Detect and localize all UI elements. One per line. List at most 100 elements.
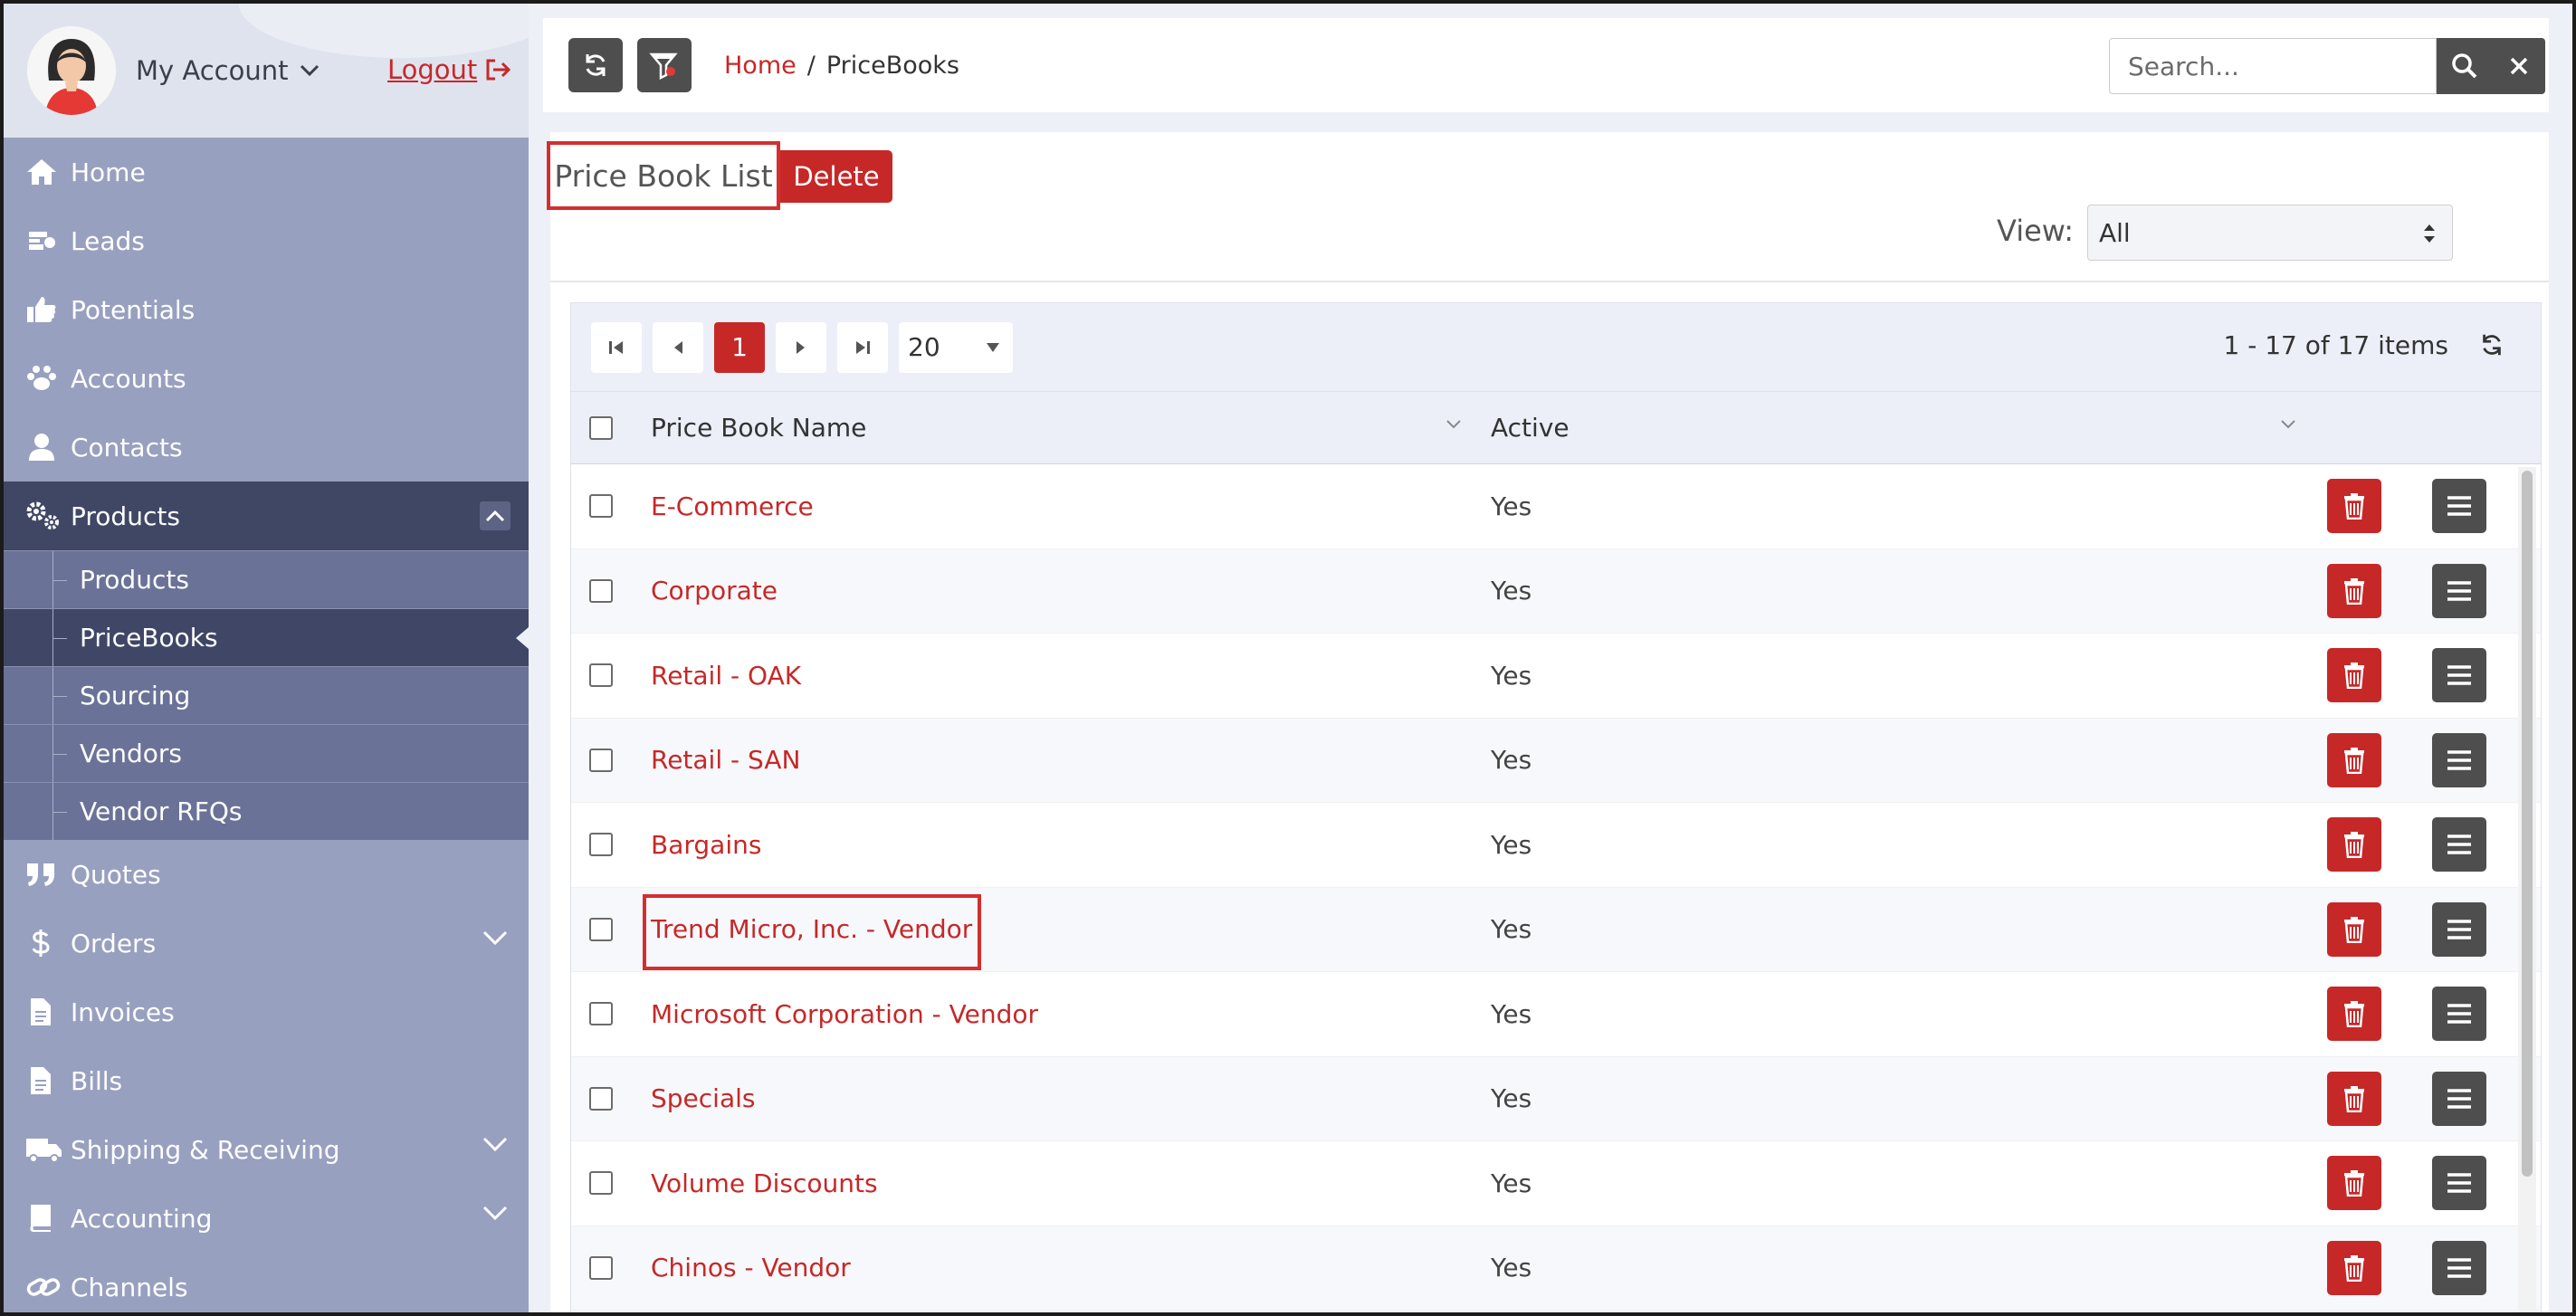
pricebook-name-link[interactable]: Bargains (651, 830, 761, 860)
pricebook-name-link[interactable]: Volume Discounts (651, 1168, 878, 1198)
row-checkbox[interactable] (589, 578, 613, 603)
row-menu-button[interactable] (2432, 648, 2486, 703)
pricebook-name-link[interactable]: Microsoft Corporation - Vendor (651, 999, 1038, 1029)
search-input[interactable] (2109, 38, 2437, 94)
submenu-item-vendors[interactable]: Vendors (4, 724, 529, 782)
row-menu-button[interactable] (2432, 563, 2486, 618)
collapse-button[interactable] (480, 501, 510, 530)
sidebar-item-products[interactable]: Products (4, 482, 529, 550)
row-checkbox[interactable] (589, 1171, 613, 1196)
table-row[interactable]: Bargains Yes (571, 803, 2541, 888)
pricebook-name-link[interactable]: Chinos - Vendor (651, 1253, 851, 1283)
row-checkbox[interactable] (589, 1255, 613, 1280)
delete-row-button[interactable] (2327, 1156, 2381, 1211)
scrollbar[interactable] (2518, 467, 2536, 1316)
delete-row-button[interactable] (2327, 479, 2381, 534)
delete-row-button[interactable] (2327, 817, 2381, 873)
row-checkbox[interactable] (589, 748, 613, 772)
delete-row-button[interactable] (2327, 1071, 2381, 1126)
table-row[interactable]: Chinos - Vendor Yes (571, 1225, 2541, 1311)
sidebar-item-home[interactable]: Home (4, 138, 529, 206)
row-menu-button[interactable] (2432, 1156, 2486, 1211)
scroll-thumb[interactable] (2522, 471, 2533, 1177)
page-size-dropdown[interactable]: 20 (899, 321, 1013, 373)
delete-row-button[interactable] (2327, 901, 2381, 957)
sidebar-item-accounts[interactable]: Accounts (4, 344, 529, 413)
page-number-button[interactable]: 1 (714, 321, 765, 373)
row-menu-button[interactable] (2432, 732, 2486, 787)
chevron-down-icon[interactable] (482, 929, 509, 947)
column-header-active[interactable]: Active (1491, 413, 1569, 443)
search-button[interactable] (2437, 38, 2493, 94)
select-all-checkbox[interactable] (589, 415, 613, 440)
pricebook-name-link[interactable]: Corporate (651, 576, 778, 606)
row-checkbox[interactable] (589, 1002, 613, 1026)
row-menu-button[interactable] (2432, 1071, 2486, 1126)
table-row[interactable]: Retail - SAN Yes (571, 718, 2541, 803)
last-page-button[interactable] (837, 321, 888, 373)
products-submenu: Products PriceBooks Sourcing Vendors Ven… (4, 550, 529, 840)
submenu-item-sourcing[interactable]: Sourcing (4, 666, 529, 724)
delete-row-button[interactable] (2327, 987, 2381, 1042)
table-row[interactable]: Retail - OAK Yes (571, 634, 2541, 719)
sidebar-item-contacts[interactable]: Contacts (4, 413, 529, 482)
delete-row-button[interactable] (2327, 732, 2381, 787)
column-header-name[interactable]: Price Book Name (651, 413, 866, 443)
refresh-icon[interactable] (2479, 332, 2504, 358)
view-select[interactable]: All (2087, 205, 2453, 261)
row-checkbox[interactable] (589, 1086, 613, 1111)
row-checkbox[interactable] (589, 494, 613, 519)
next-page-button[interactable] (776, 321, 826, 373)
clear-filter-button[interactable] (637, 38, 692, 92)
table-row[interactable]: Specials Yes (571, 1056, 2541, 1141)
sidebar-item-accounting[interactable]: Accounting (4, 1184, 529, 1253)
sidebar-item-quotes[interactable]: Quotes (4, 840, 529, 909)
column-menu-icon[interactable] (1445, 419, 1462, 430)
table-row[interactable]: E-Commerce Yes (571, 464, 2541, 549)
sidebar-item-bills[interactable]: Bills (4, 1046, 529, 1115)
pricebook-name-link[interactable]: E-Commerce (651, 491, 814, 521)
sidebar-item-potentials[interactable]: Potentials (4, 275, 529, 344)
table-row[interactable]: Trend Micro, Inc. - Vendor Yes (571, 887, 2541, 972)
active-value: Yes (1491, 998, 1532, 1029)
delete-row-button[interactable] (2327, 1240, 2381, 1295)
row-checkbox[interactable] (589, 917, 613, 941)
pricebook-name-link[interactable]: Specials (651, 1083, 755, 1113)
refresh-button[interactable] (568, 38, 623, 92)
pricebook-name-link[interactable]: Trend Micro, Inc. - Vendor (651, 914, 972, 944)
row-menu-button[interactable] (2432, 901, 2486, 957)
sidebar-item-invoices[interactable]: Invoices (4, 977, 529, 1046)
sidebar-item-leads[interactable]: Leads (4, 206, 529, 275)
delete-row-button[interactable] (2327, 648, 2381, 703)
submenu-item-label: Vendors (80, 739, 182, 768)
row-menu-button[interactable] (2432, 479, 2486, 534)
breadcrumb-home-link[interactable]: Home (724, 52, 797, 80)
chevron-down-icon[interactable] (482, 1204, 509, 1222)
clear-search-button[interactable] (2493, 38, 2545, 94)
pricebook-name-link[interactable]: Retail - SAN (651, 745, 800, 775)
sidebar-item-orders[interactable]: Orders (4, 909, 529, 977)
submenu-item-pricebooks[interactable]: PriceBooks (4, 608, 529, 666)
delete-button[interactable]: Delete (780, 150, 892, 203)
chevron-down-icon[interactable] (482, 1135, 509, 1153)
submenu-item-products[interactable]: Products (4, 550, 529, 608)
table-row[interactable]: Corporate Yes (571, 548, 2541, 634)
column-menu-icon[interactable] (2280, 419, 2296, 430)
sidebar-item-shipping-receiving[interactable]: Shipping & Receiving (4, 1115, 529, 1184)
pricebook-name-link[interactable]: Retail - OAK (651, 661, 801, 691)
prev-page-button[interactable] (653, 321, 703, 373)
row-checkbox[interactable] (589, 833, 613, 857)
sidebar-item-channels[interactable]: Channels (4, 1253, 529, 1312)
row-menu-button[interactable] (2432, 987, 2486, 1042)
first-page-button[interactable] (591, 321, 642, 373)
logout-link[interactable]: Logout (387, 54, 511, 85)
avatar[interactable] (27, 26, 116, 115)
row-checkbox[interactable] (589, 663, 613, 688)
delete-row-button[interactable] (2327, 563, 2381, 618)
table-row[interactable]: Microsoft Corporation - Vendor Yes (571, 972, 2541, 1057)
row-menu-button[interactable] (2432, 817, 2486, 873)
table-row[interactable]: Volume Discounts Yes (571, 1141, 2541, 1226)
submenu-item-vendor-rfqs[interactable]: Vendor RFQs (4, 782, 529, 840)
my-account-dropdown[interactable]: My Account (136, 55, 320, 86)
row-menu-button[interactable] (2432, 1240, 2486, 1295)
